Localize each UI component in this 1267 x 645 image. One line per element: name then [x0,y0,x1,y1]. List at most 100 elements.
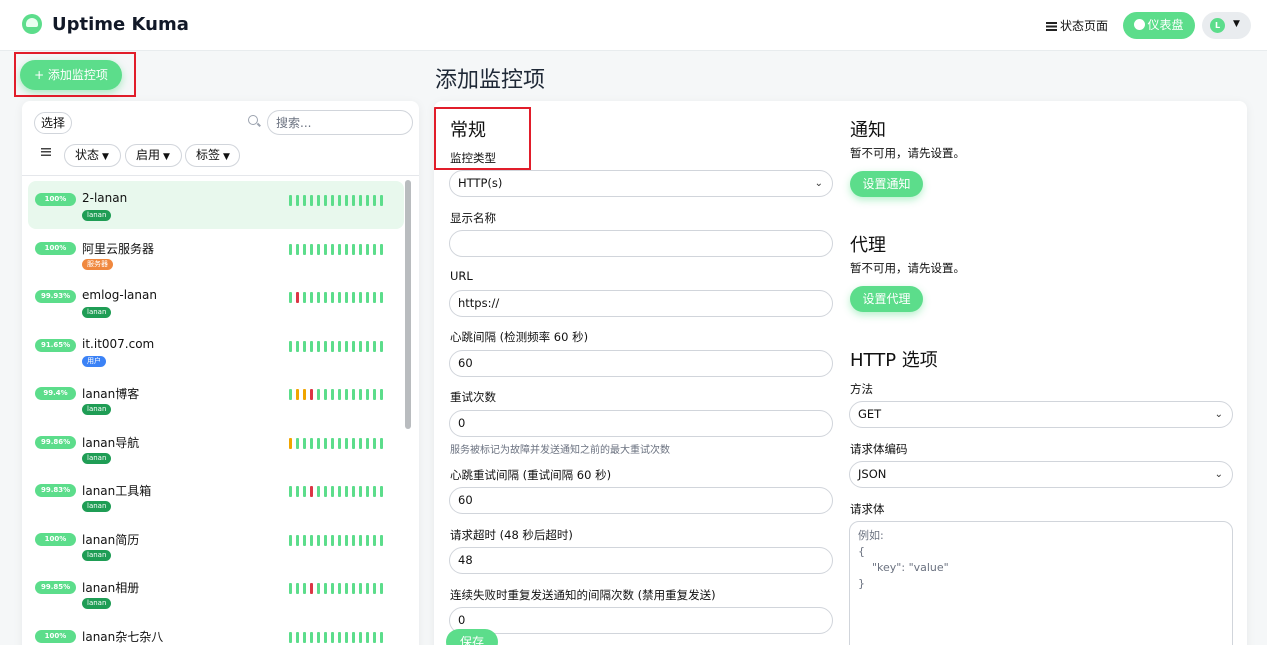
body-textarea[interactable]: 例如: { "key": "value" } [849,521,1233,645]
notification-unavailable-text: 暂不可用，请先设置。 [850,146,965,160]
heartbeat-beat [345,486,348,497]
heartbeat-beat [289,292,292,303]
heartbeat-beat [310,534,313,546]
heartbeat-beat [303,195,306,206]
heartbeat-beat [310,195,313,206]
monitor-list-item[interactable]: 100% 阿里云服务器 服务器 [28,230,404,278]
heartbeat-beat [373,486,376,497]
brand-title[interactable]: Uptime Kuma [52,14,189,35]
heartbeat-bar [289,631,387,643]
method-select[interactable]: GET ⌄ [849,401,1233,428]
monitor-list-item[interactable]: 99.86% lanan导航 lanan [28,424,404,472]
monitor-list-item[interactable]: 100%lanan杂七杂八lanan [28,618,404,645]
filter-tags-dropdown[interactable]: 标签 ▼ [185,144,240,167]
proxy-unavailable-text: 暂不可用，请先设置。 [850,261,965,275]
uptime-badge: 91.65% [35,338,77,352]
resend-interval-label: 连续失败时重复发送通知的间隔次数 (禁用重复发送) [450,588,716,602]
monitor-list-item[interactable]: 100% lanan简历 lanan [28,521,404,569]
timeout-input[interactable]: 48 [449,547,833,574]
scrollbar[interactable] [405,180,411,429]
heartbeat-beat [317,631,320,643]
setup-notification-button[interactable]: 设置通知 [850,171,923,197]
status-pages-link[interactable]: 状态页面 [1046,17,1108,34]
add-monitor-form: 常规 监控类型 HTTP(s) ⌄ 显示名称 URL https:// 心跳间隔 … [434,101,1247,645]
heartbeat-beat [345,437,348,449]
heartbeat-beat [310,340,313,352]
heartbeat-beat [338,340,341,352]
heartbeat-beat [324,340,327,352]
monitor-list-item[interactable]: 99.83% lanan工具箱 lanan [28,472,404,520]
body-encoding-select[interactable]: JSON ⌄ [849,461,1233,488]
heartbeat-bar [289,389,387,400]
profile-dropdown[interactable]: L ▼ [1202,12,1251,39]
retries-label: 重试次数 [450,390,496,404]
monitor-name: lanan博客 [82,387,140,401]
heartbeat-beat [324,292,327,303]
chevron-down-icon: ⌄ [1214,409,1223,420]
heartbeat-beat [289,195,292,206]
body-encoding-value: JSON [858,467,887,481]
heartbeat-beat [317,292,320,303]
heartbeat-beat [296,437,299,449]
heartbeat-beat [352,534,355,546]
select-button[interactable]: 选择 [34,112,72,134]
heartbeat-beat [338,486,341,497]
heartbeat-beat [317,389,320,400]
heartbeat-beat [303,292,306,303]
heartbeat-beat [352,583,355,594]
monitor-name: lanan相册 [82,581,140,595]
heartbeat-beat [373,631,376,643]
uptime-badge: 100% [35,532,76,546]
search-icon [248,115,258,125]
filter-status-dropdown[interactable]: 状态 ▼ [64,144,121,167]
heartbeat-beat [338,243,341,255]
monitor-list-item[interactable]: 91.65% it.it007.com 用户 [28,327,404,375]
heartbeat-beat [352,292,355,303]
heartbeat-beat [331,340,334,352]
heartbeat-beat [359,583,362,594]
heartbeat-beat [359,243,362,255]
search-input[interactable] [267,110,413,135]
heartbeat-beat [345,583,348,594]
heartbeat-beat [317,195,320,206]
monitor-type-value: HTTP(s) [458,176,503,190]
heartbeat-beat [324,631,327,643]
filter-menu-icon[interactable] [41,148,51,156]
monitor-tag: lanan [82,598,112,609]
heartbeat-beat [366,486,369,497]
heartbeat-beat [366,292,369,303]
uptime-badge: 100% [35,629,76,643]
monitor-list-item[interactable]: 99.93% emlog-lanan lanan [28,278,404,326]
filter-active-dropdown[interactable]: 启用 ▼ [125,144,182,167]
body-label: 请求体 [850,502,885,516]
monitor-list-item[interactable]: 99.4% lanan博客 lanan [28,375,404,423]
list-icon [1046,22,1057,31]
divider [22,175,419,176]
dashboard-button[interactable]: 仪表盘 [1123,12,1195,39]
heartbeat-beat [331,534,334,546]
heartbeat-beat [331,631,334,643]
heartbeat-interval-input[interactable]: 60 [449,350,833,377]
url-input[interactable]: https:// [449,290,833,317]
retries-help-text: 服务被标记为故障并发送通知之前的最大重试次数 [450,445,670,456]
monitor-tag: lanan [82,452,112,464]
logo-icon[interactable] [22,14,42,34]
display-name-input[interactable] [449,230,833,257]
filter-tags-label: 标签 [196,148,221,162]
monitor-list-item[interactable]: 99.85% lanan相册 lanan [28,569,404,617]
monitor-type-select[interactable]: HTTP(s) ⌄ [449,170,833,197]
monitor-list-item[interactable]: 100% 2-lanan lanan [28,181,404,229]
save-button[interactable]: 保存 [446,629,498,645]
retry-interval-input[interactable]: 60 [449,487,833,514]
top-navbar: Uptime Kuma 状态页面 仪表盘 L ▼ [0,0,1267,51]
monitor-list-panel: 选择 状态▼ 启用▼ 标签▼ 100%2-lananlanan100%阿里云服务… [22,101,419,645]
notification-heading: 通知 [850,120,886,141]
heartbeat-beat [380,243,383,255]
heartbeat-beat [331,243,334,255]
heartbeat-beat [345,534,348,546]
setup-proxy-button[interactable]: 设置代理 [850,286,923,312]
monitor-tag: lanan [82,501,112,512]
heartbeat-beat [324,437,327,449]
retries-input[interactable]: 0 [449,410,833,437]
resend-interval-input[interactable]: 0 [449,607,833,634]
